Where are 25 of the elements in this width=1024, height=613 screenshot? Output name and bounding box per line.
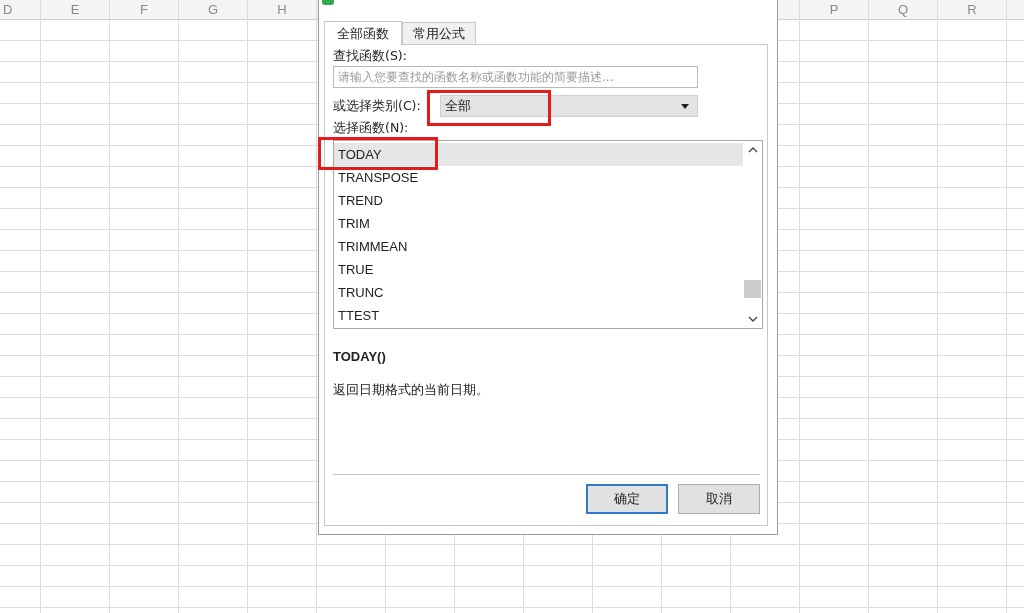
scrollbar-thumb[interactable] bbox=[744, 280, 761, 298]
list-item[interactable]: TODAY bbox=[334, 143, 743, 166]
function-list[interactable]: TODAY TRANSPOSE TREND TRIM TRIMMEAN TRUE TRUNC TTEST bbox=[333, 140, 763, 329]
list-item[interactable]: TTEST bbox=[334, 304, 743, 327]
list-item[interactable]: TRIM bbox=[334, 212, 743, 235]
tab[interactable]: 常用公式 bbox=[402, 22, 476, 44]
scroll-up-icon[interactable] bbox=[747, 147, 758, 153]
field-label: 选择函数(N): bbox=[333, 120, 410, 136]
tab[interactable]: 全部函数 bbox=[324, 21, 402, 45]
cancel-button[interactable]: 取消 bbox=[678, 484, 760, 514]
list-item[interactable]: TRANSPOSE bbox=[334, 166, 743, 189]
function-signature: TODAY() bbox=[333, 349, 387, 364]
ok-button[interactable]: 确定 bbox=[586, 484, 668, 514]
search-field[interactable]: 请输入您要查找的函数名称或函数功能的简要描述... bbox=[333, 66, 698, 88]
field-label: 查找函数(S): bbox=[333, 48, 408, 64]
scroll-down-icon[interactable] bbox=[747, 316, 758, 322]
dropdown-caret-icon bbox=[681, 103, 689, 109]
list-item[interactable]: TRUE bbox=[334, 258, 743, 281]
app-icon bbox=[322, 0, 334, 5]
category-dropdown[interactable]: 全部 bbox=[440, 95, 698, 117]
field-label: 或选择类别(C): bbox=[333, 98, 422, 114]
function-description: 返回日期格式的当前日期。 bbox=[333, 382, 490, 399]
list-item[interactable]: TRUNC bbox=[334, 281, 743, 304]
list-item[interactable]: TREND bbox=[334, 189, 743, 212]
list-item[interactable]: TRIMMEAN bbox=[334, 235, 743, 258]
